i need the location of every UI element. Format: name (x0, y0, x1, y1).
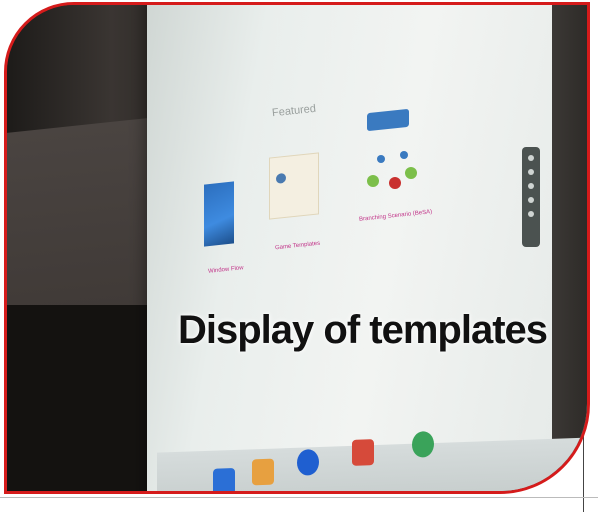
caption-text: Display of templates (178, 308, 548, 352)
tree-node-icon (367, 175, 379, 187)
image-frame: Featured Window Flow Game Templates Bran… (0, 0, 598, 512)
app-icon (352, 439, 374, 466)
tree-node-icon (405, 167, 417, 179)
card-image-window-flow (204, 181, 234, 247)
app-icon (252, 458, 274, 486)
classroom-photo: Featured Window Flow Game Templates Bran… (4, 2, 590, 494)
app-icon (297, 449, 319, 476)
app-icon (412, 431, 434, 458)
projected-screen (147, 5, 587, 491)
side-feedback-tab (522, 147, 540, 247)
tree-node-icon (377, 155, 385, 163)
tree-node-icon (400, 151, 408, 159)
app-icon (213, 467, 235, 491)
tree-node-icon (389, 177, 401, 189)
bottom-rule (0, 497, 598, 498)
chart-icon (276, 172, 286, 184)
monitor-bezel (552, 5, 587, 491)
card-image-game-templates (269, 152, 319, 220)
